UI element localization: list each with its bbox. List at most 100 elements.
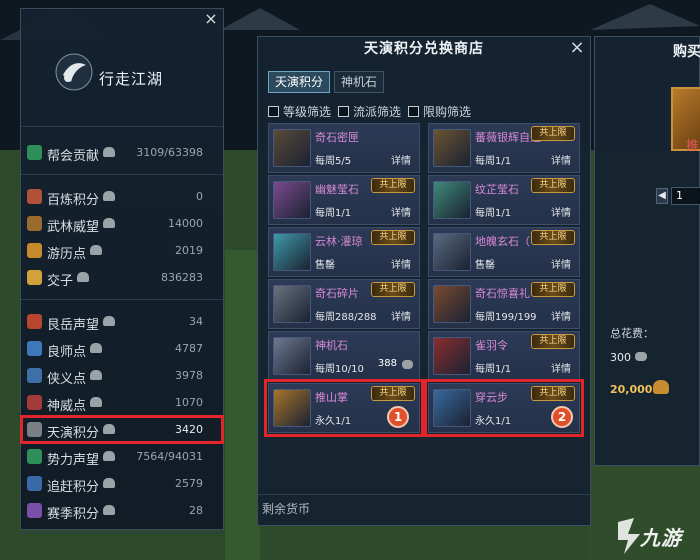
item-name: 纹芷莹石 bbox=[475, 183, 519, 196]
currency-row[interactable]: 势力声望 7564/94031 bbox=[21, 443, 223, 470]
currency-row[interactable]: 追赶积分 2579 bbox=[21, 470, 223, 497]
currency-value: 1070 bbox=[175, 396, 203, 409]
shop-item[interactable]: 雀羽令 每周1/1 详情 共上限 bbox=[428, 331, 580, 381]
currency-row[interactable]: 百炼积分 0 bbox=[21, 183, 223, 210]
detail-link[interactable]: 详情 bbox=[551, 360, 571, 375]
filter-checkbox[interactable]: 流派筛选 bbox=[338, 103, 401, 120]
shop-item[interactable]: 奇石惊喜礼 每周199/199 详情 共上限 bbox=[428, 279, 580, 329]
shop-filters: 等级筛选 流派筛选 限购筛选 bbox=[268, 103, 478, 121]
close-icon[interactable]: × bbox=[568, 38, 586, 58]
tab-tianyan-points[interactable]: 天演积分 bbox=[268, 71, 331, 93]
shop-item[interactable]: 奇石碎片每周288/288 详情 共上限 bbox=[268, 279, 420, 329]
currency-icon bbox=[27, 395, 42, 410]
checkbox[interactable] bbox=[268, 106, 279, 117]
coin-icon bbox=[103, 505, 115, 515]
checkbox[interactable] bbox=[338, 106, 350, 117]
checkbox[interactable] bbox=[408, 106, 420, 117]
shop-item[interactable]: 云林·灌琼 售罄 详情 共上限 bbox=[268, 227, 420, 277]
currency-row[interactable]: 游历点 2019 bbox=[21, 237, 223, 264]
filter-checkbox[interactable]: 限购筛选 bbox=[408, 103, 471, 120]
item-name: 神机石 bbox=[315, 339, 348, 352]
shared-limit-badge: 共上限 bbox=[371, 282, 415, 297]
shop-item[interactable]: 推山掌 永久1/1 共上限 1 bbox=[264, 379, 424, 437]
coin-icon bbox=[90, 370, 102, 380]
currency-icon bbox=[27, 368, 42, 383]
coin-icon bbox=[103, 191, 115, 201]
item-name: 奇石惊喜礼 bbox=[475, 287, 530, 300]
detail-link[interactable]: 详情 bbox=[391, 308, 411, 323]
currency-label: 帮会贡献 bbox=[47, 149, 100, 164]
item-icon bbox=[433, 337, 471, 375]
shop-item[interactable]: 穿云步 永久1/1 共上限 2 bbox=[424, 379, 584, 437]
currency-value: 3420 bbox=[175, 423, 203, 436]
coin-icon bbox=[90, 343, 102, 353]
detail-link[interactable]: 详情 bbox=[391, 204, 411, 219]
total-cost-value: 300 bbox=[610, 351, 631, 364]
item-name: 奇石碎片 bbox=[315, 287, 359, 300]
currency-row[interactable]: 艮岳声望 34 bbox=[21, 308, 223, 335]
currency-icon bbox=[27, 189, 42, 204]
detail-link[interactable]: 详情 bbox=[551, 204, 571, 219]
item-limit: 每周5/5 bbox=[315, 156, 352, 167]
shop-item[interactable]: 地魄玄石（ 售罄 详情 共上限 bbox=[428, 227, 580, 277]
number-marker: 1 bbox=[387, 406, 409, 428]
filter-label: 限购筛选 bbox=[423, 105, 472, 119]
item-icon bbox=[273, 389, 311, 427]
coin-icon bbox=[77, 272, 89, 282]
coin-icon bbox=[103, 316, 115, 326]
currency-row[interactable]: 神威点 1070 bbox=[21, 389, 223, 416]
filter-checkbox[interactable]: 等级筛选 bbox=[268, 103, 331, 120]
selected-item-name: 推 bbox=[686, 139, 700, 154]
item-icon bbox=[433, 129, 471, 167]
item-limit: 每周199/199 bbox=[475, 312, 537, 323]
item-limit: 每周10/10 bbox=[315, 364, 364, 375]
shared-limit-badge: 共上限 bbox=[531, 334, 575, 349]
item-name: 幽魅莹石 bbox=[315, 183, 359, 196]
currency-row[interactable]: 交子 836283 bbox=[21, 264, 223, 291]
currency-label: 良师点 bbox=[47, 345, 87, 360]
quantity-decrease-button[interactable]: ◀ bbox=[656, 188, 668, 204]
shop-item[interactable]: 纹芷莹石 每周1/1 详情 共上限 bbox=[428, 175, 580, 225]
shared-limit-badge: 共上限 bbox=[371, 178, 415, 193]
shop-tabs: 天演积分 神机石 bbox=[268, 71, 388, 93]
currency-row[interactable]: 天演积分 3420 bbox=[20, 415, 224, 444]
item-limit: 每周288/288 bbox=[315, 312, 377, 323]
shop-item[interactable]: 神机石 每周10/10 388 bbox=[268, 331, 420, 381]
coin-icon bbox=[103, 218, 115, 228]
item-name: 雀羽令 bbox=[475, 339, 508, 352]
currency-value: 3978 bbox=[175, 369, 203, 382]
currency-value: 28 bbox=[189, 504, 203, 517]
item-icon bbox=[433, 233, 471, 271]
currency-row[interactable]: 帮会贡献 3109/63398 bbox=[21, 139, 223, 166]
currency-value: 4787 bbox=[175, 342, 203, 355]
detail-link[interactable]: 详情 bbox=[391, 152, 411, 167]
coin-icon bbox=[103, 147, 115, 157]
currency-row[interactable]: 赛季积分 28 bbox=[21, 497, 223, 524]
currency-icon bbox=[27, 449, 42, 464]
currency-row[interactable]: 侠义点 3978 bbox=[21, 362, 223, 389]
shop-item[interactable]: 奇石密匣 每周5/5 详情 bbox=[268, 123, 420, 173]
detail-link[interactable]: 详情 bbox=[551, 152, 571, 167]
tab-shenji-stone[interactable]: 神机石 bbox=[334, 71, 385, 93]
detail-link[interactable]: 详情 bbox=[551, 308, 571, 323]
currency-value: 0 bbox=[196, 190, 203, 203]
filter-label: 流派筛选 bbox=[353, 105, 402, 119]
shop-item[interactable]: 幽魅莹石 每周1/1 详情 共上限 bbox=[268, 175, 420, 225]
detail-link[interactable]: 详情 bbox=[391, 256, 411, 271]
item-icon bbox=[433, 285, 471, 323]
coin-icon bbox=[103, 478, 115, 488]
shop-item[interactable]: 蕃薇银辉自选 每周1/1 详情 共上限 bbox=[428, 123, 580, 173]
exchange-shop-window: 天演积分兑换商店 × 天演积分 神机石 等级筛选 流派筛选 限购筛选 奇石密匣 每周5/… bbox=[257, 36, 591, 526]
currency-group: 帮会贡献 3109/63398 bbox=[21, 127, 223, 175]
item-limit: 售罄 bbox=[315, 260, 335, 271]
currency-row[interactable]: 武林威望 14000 bbox=[21, 210, 223, 237]
detail-link[interactable]: 详情 bbox=[551, 256, 571, 271]
coin-icon bbox=[402, 360, 413, 369]
money-bag-icon bbox=[653, 380, 669, 394]
item-icon bbox=[273, 181, 311, 219]
currency-row[interactable]: 良师点 4787 bbox=[21, 335, 223, 362]
coin-icon bbox=[103, 424, 115, 434]
quantity-input[interactable]: 1 bbox=[671, 187, 700, 205]
shared-limit-badge: 共上限 bbox=[531, 386, 575, 401]
currency-value: 2579 bbox=[175, 477, 203, 490]
